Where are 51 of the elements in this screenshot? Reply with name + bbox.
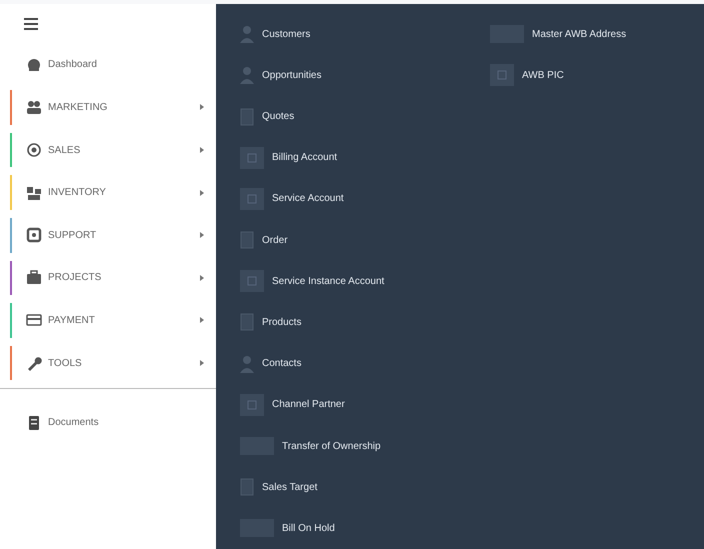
menu-item[interactable]: MARKETING: [48, 100, 194, 115]
boxes-icon: [26, 184, 42, 201]
submenu-item[interactable]: AWB PIC: [522, 68, 564, 83]
submenu-item[interactable]: Customers: [262, 26, 310, 42]
document-icon: [26, 414, 42, 431]
person-icon: [240, 354, 254, 373]
submenu-item[interactable]: Channel Partner: [272, 397, 345, 412]
square-icon: [240, 478, 254, 496]
submenu-item[interactable]: Opportunities: [262, 68, 322, 83]
briefcase-icon: [26, 270, 42, 286]
square-icon: [490, 64, 514, 86]
square-icon: [240, 188, 264, 210]
caret-icon[interactable]: [200, 147, 204, 154]
person-icon: [240, 66, 254, 84]
submenu-item[interactable]: Transfer of Ownership: [282, 438, 381, 454]
target-icon: [26, 142, 42, 158]
submenu-item[interactable]: Products: [262, 314, 302, 330]
caret-icon[interactable]: [200, 190, 204, 196]
square-icon: [240, 270, 264, 292]
submenu-item[interactable]: Order: [262, 232, 288, 248]
wrench-icon: [26, 355, 42, 372]
card-icon: [26, 312, 42, 328]
square-icon: [240, 108, 254, 126]
square-icon: [240, 231, 254, 250]
square-icon: [240, 313, 254, 332]
menu-item[interactable]: Dashboard: [48, 57, 204, 72]
caret-icon[interactable]: [200, 360, 204, 366]
caret-icon[interactable]: [200, 232, 204, 238]
square-icon: [240, 146, 264, 169]
submenu-item[interactable]: Sales Target: [262, 480, 318, 495]
person-icon: [240, 25, 254, 44]
menu-item[interactable]: SUPPORT: [48, 228, 194, 243]
menu-item[interactable]: TOOLS: [48, 356, 194, 371]
submenu-item[interactable]: Service Instance Account: [272, 274, 384, 289]
square-icon: [240, 394, 264, 416]
caret-icon[interactable]: [200, 317, 204, 324]
menu-icon[interactable]: [24, 18, 38, 30]
submenu-item[interactable]: Quotes: [262, 109, 294, 124]
submenu-item[interactable]: Master AWB Address: [532, 26, 626, 42]
menu-item[interactable]: PAYMENT: [48, 312, 194, 328]
menu-item[interactable]: Documents: [48, 415, 204, 430]
submenu-item[interactable]: Billing Account: [272, 150, 338, 166]
submenu-item[interactable]: Bill On Hold: [282, 520, 335, 536]
caret-icon[interactable]: [200, 274, 204, 281]
caret-icon[interactable]: [200, 104, 204, 110]
submenu-item[interactable]: Service Account: [272, 191, 344, 206]
submenu-item[interactable]: Contacts: [262, 356, 302, 372]
menu-item[interactable]: INVENTORY: [48, 185, 194, 200]
menu-item[interactable]: PROJECTS: [48, 270, 194, 286]
menu-item[interactable]: SALES: [48, 142, 194, 158]
people-icon: [26, 99, 42, 116]
